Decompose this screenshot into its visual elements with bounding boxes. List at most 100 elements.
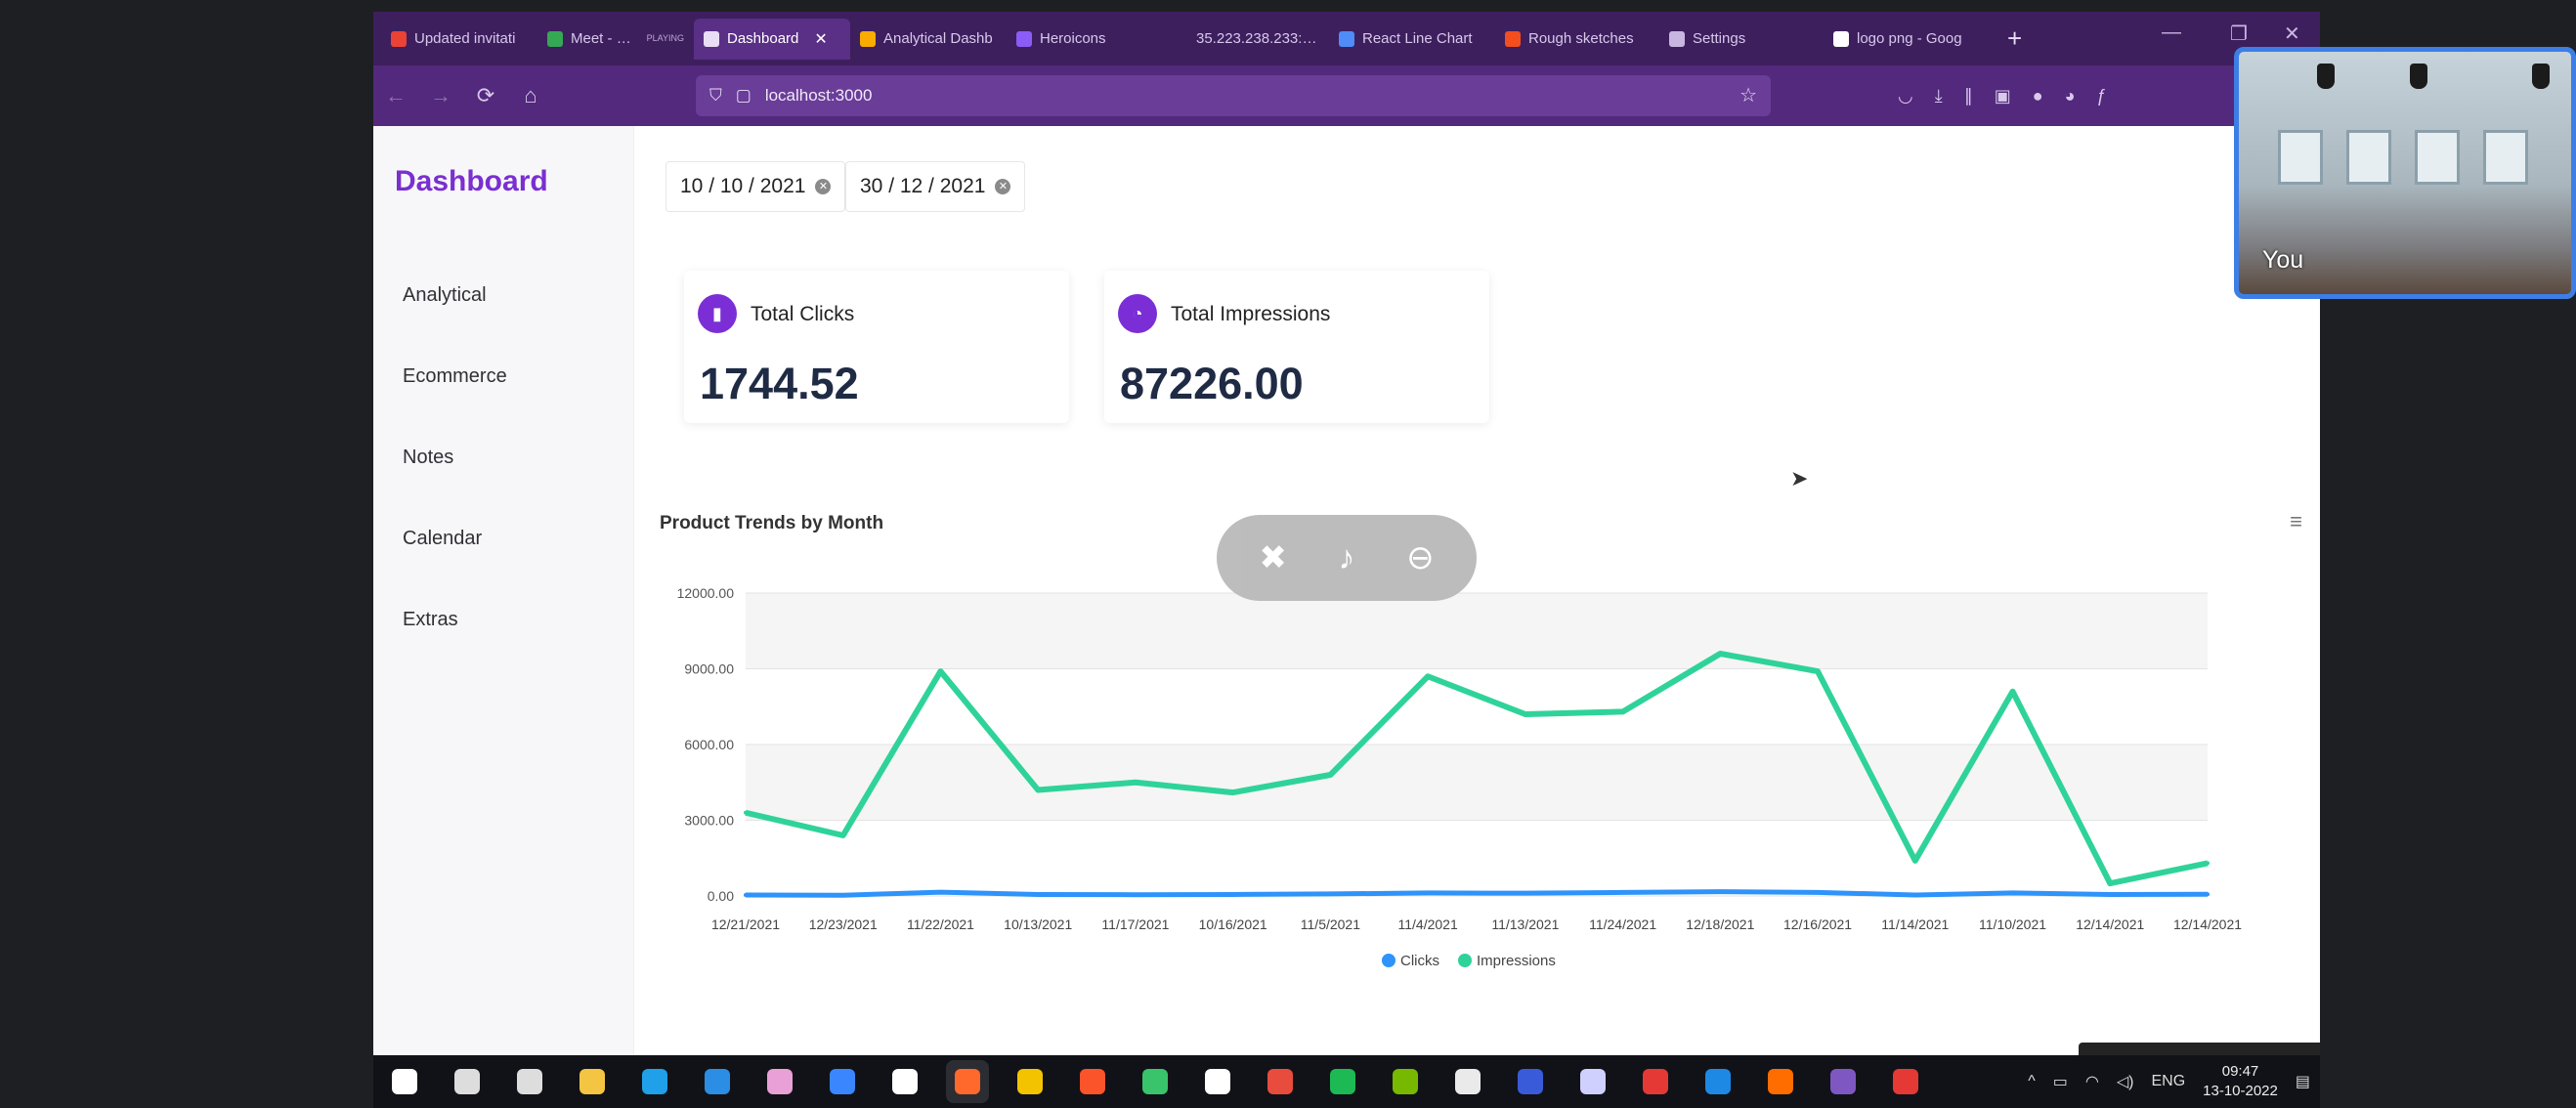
calendar-icon[interactable] bbox=[1696, 1060, 1739, 1103]
stat-label: Total Impressions bbox=[1171, 303, 1331, 325]
camera-scene bbox=[2415, 130, 2460, 185]
app-icon bbox=[1455, 1069, 1481, 1094]
app-icon[interactable] bbox=[1634, 1060, 1677, 1103]
bookmark-star-icon[interactable]: ☆ bbox=[1739, 83, 1757, 107]
remove-icon[interactable]: ⊖ bbox=[1398, 536, 1441, 579]
windows-icon[interactable] bbox=[383, 1060, 426, 1103]
x-tick-label: 10/13/2021 bbox=[1004, 916, 1072, 932]
legend-label: Clicks bbox=[1400, 953, 1439, 969]
tab-label: Heroicons bbox=[1040, 30, 1106, 47]
nu-icon[interactable] bbox=[1196, 1060, 1239, 1103]
close-tab-icon[interactable]: ✕ bbox=[814, 29, 827, 49]
sidebar-icon[interactable]: ▣ bbox=[1995, 86, 2011, 107]
extension-icon[interactable]: ● bbox=[2033, 86, 2043, 107]
edge-icon[interactable] bbox=[633, 1060, 676, 1103]
chevron-up-icon[interactable]: ^ bbox=[2028, 1073, 2036, 1090]
app-icon[interactable] bbox=[1884, 1060, 1927, 1103]
tab-7[interactable]: Rough sketches bbox=[1495, 19, 1659, 60]
notion-icon[interactable] bbox=[883, 1060, 926, 1103]
start-date-input[interactable]: 10 / 10 / 2021 ✕ bbox=[665, 161, 846, 212]
meeting-controls: ✖ ♪ ⊖ bbox=[1217, 515, 1477, 601]
brave-icon bbox=[1080, 1069, 1105, 1094]
unpin-icon[interactable]: ✖ bbox=[1252, 536, 1295, 579]
todo-icon[interactable] bbox=[821, 1060, 864, 1103]
tab-2[interactable]: Dashboard ✕ bbox=[694, 18, 850, 60]
new-tab-icon[interactable]: + bbox=[1990, 23, 2039, 54]
start-date-value: 10 / 10 / 2021 bbox=[680, 175, 806, 197]
tab-9[interactable]: logo png - Goog bbox=[1824, 19, 1990, 60]
tab-favicon-icon bbox=[1173, 30, 1188, 47]
vscode-icon[interactable] bbox=[696, 1060, 739, 1103]
taskbar-icons bbox=[373, 1060, 1937, 1103]
close-window-icon[interactable]: ✕ bbox=[2284, 21, 2300, 46]
spotify-icon[interactable] bbox=[1321, 1060, 1364, 1103]
screen-share-bar bbox=[2079, 1043, 2320, 1055]
tab-1[interactable]: Meet - Shankar- PLAYING bbox=[537, 19, 694, 60]
task-view-icon[interactable] bbox=[508, 1060, 551, 1103]
nvidia-icon[interactable] bbox=[1384, 1060, 1427, 1103]
extension-icon[interactable]: ◕ bbox=[2065, 86, 2076, 107]
end-date-input[interactable]: 30 / 12 / 2021 ✕ bbox=[845, 161, 1026, 212]
file-explorer-icon[interactable] bbox=[571, 1060, 614, 1103]
sidebar-item-analytical[interactable]: Analytical bbox=[403, 284, 487, 307]
camera-scene bbox=[2532, 64, 2550, 89]
pie-chart-icon: ◔ bbox=[1118, 294, 1157, 333]
home-icon[interactable]: ⌂ bbox=[508, 83, 553, 108]
data-point-impressions bbox=[1426, 674, 1431, 679]
camera-scene bbox=[2317, 64, 2335, 89]
chrome-icon[interactable] bbox=[1009, 1060, 1052, 1103]
forward-icon[interactable]: → bbox=[418, 83, 463, 108]
app-icon bbox=[1518, 1069, 1543, 1094]
app-icon[interactable] bbox=[1759, 1060, 1802, 1103]
clear-icon[interactable]: ✕ bbox=[815, 179, 832, 194]
notification-icon[interactable]: ▤ bbox=[2296, 1072, 2310, 1091]
app-icon[interactable] bbox=[1446, 1060, 1489, 1103]
x-tick-label: 11/22/2021 bbox=[907, 916, 974, 932]
app-icon[interactable] bbox=[1571, 1060, 1614, 1103]
pocket-icon[interactable]: ◡ bbox=[1898, 86, 1913, 107]
camera-scene bbox=[2278, 130, 2323, 185]
sidebar-item-notes[interactable]: Notes bbox=[403, 447, 453, 469]
tab-5[interactable]: 35.223.238.233:8000 bbox=[1163, 19, 1329, 60]
app-icon[interactable] bbox=[1134, 1060, 1177, 1103]
tab-6[interactable]: React Line Chart bbox=[1329, 19, 1495, 60]
volume-icon[interactable]: ◁) bbox=[2117, 1072, 2134, 1091]
legend-marker bbox=[1382, 954, 1395, 967]
firefox-icon[interactable] bbox=[946, 1060, 989, 1103]
app-icon[interactable] bbox=[1259, 1060, 1302, 1103]
app-icon[interactable] bbox=[1822, 1060, 1865, 1103]
tab-0[interactable]: Updated invitati bbox=[381, 19, 537, 60]
data-point-clicks bbox=[2108, 892, 2113, 897]
tab-3[interactable]: Analytical Dashb bbox=[850, 19, 1007, 60]
tab-8[interactable]: Settings bbox=[1659, 19, 1824, 60]
extension-icon[interactable]: ƒ bbox=[2096, 86, 2106, 107]
restore-icon[interactable]: ❐ bbox=[2230, 21, 2248, 46]
battery-icon[interactable]: ▭ bbox=[2053, 1072, 2068, 1091]
library-icon[interactable]: ∥ bbox=[1964, 86, 1973, 107]
language-indicator[interactable]: ENG bbox=[2151, 1073, 2185, 1090]
download-icon[interactable]: ⤓ bbox=[1935, 86, 1943, 107]
brave-icon[interactable] bbox=[1071, 1060, 1114, 1103]
data-point-clicks bbox=[1426, 890, 1431, 895]
back-icon[interactable]: ← bbox=[373, 83, 418, 108]
tab-4[interactable]: Heroicons bbox=[1007, 19, 1163, 60]
hamburger-menu-icon[interactable]: ≡ bbox=[2290, 509, 2302, 534]
app-icon[interactable] bbox=[1509, 1060, 1552, 1103]
mute-icon[interactable]: ♪ bbox=[1325, 536, 1368, 579]
search-icon[interactable] bbox=[446, 1060, 489, 1103]
clear-icon[interactable]: ✕ bbox=[995, 179, 1011, 194]
data-point-impressions bbox=[1133, 780, 1138, 785]
x-tick-label: 11/14/2021 bbox=[1881, 916, 1949, 932]
sidebar-item-calendar[interactable]: Calendar bbox=[403, 528, 482, 550]
total-impressions-card: ◔ Total Impressions 87226.00 bbox=[1104, 271, 1489, 423]
brand-logo[interactable]: Dashboard bbox=[395, 165, 548, 198]
sidebar-item-ecommerce[interactable]: Ecommerce bbox=[403, 365, 507, 388]
address-bar[interactable]: ⛉ ▢ localhost:3000 ☆ bbox=[696, 75, 1771, 116]
clock[interactable]: 09:47 13-10-2022 bbox=[2203, 1062, 2278, 1101]
reload-icon[interactable]: ⟳ bbox=[463, 83, 508, 108]
network-icon[interactable]: ◠ bbox=[2085, 1072, 2099, 1091]
sidebar-item-extras[interactable]: Extras bbox=[403, 609, 458, 631]
tab-favicon-icon bbox=[704, 30, 719, 47]
slack-icon[interactable] bbox=[758, 1060, 801, 1103]
minimize-icon[interactable]: — bbox=[2162, 21, 2181, 44]
